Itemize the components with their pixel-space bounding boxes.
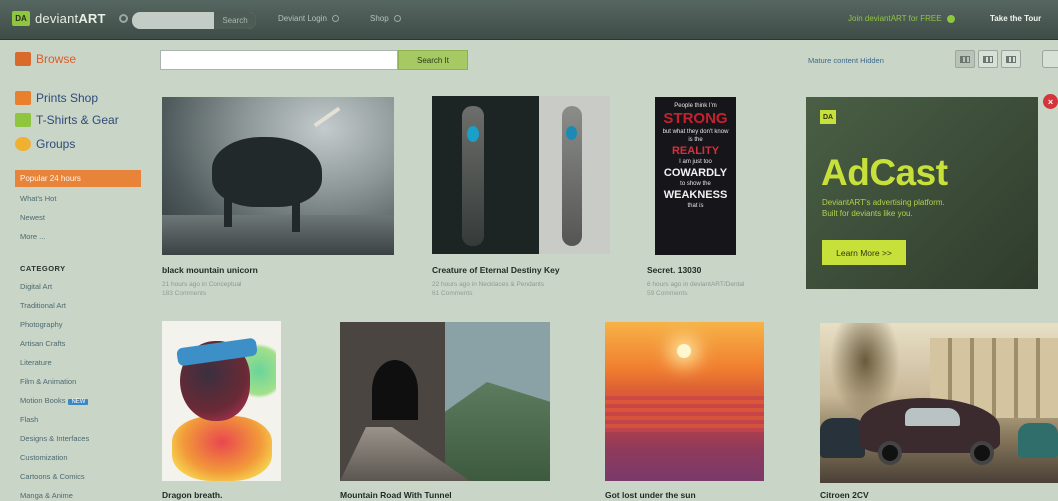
join-icon <box>946 14 955 23</box>
thumb-black-mountain-unicorn[interactable] <box>162 97 394 255</box>
deviation-title[interactable]: Secret. 13030 <box>647 265 701 275</box>
join-link[interactable]: Join deviantART for FREE <box>848 14 955 23</box>
view-mode-buttons <box>955 50 1021 68</box>
mature-content-link[interactable]: Mature content Hidden <box>808 56 884 65</box>
deviation-title[interactable]: black mountain unicorn <box>162 265 258 275</box>
shop-link[interactable]: Shop <box>370 14 401 23</box>
category-header: CATEGORY <box>20 264 66 273</box>
view-list-button[interactable] <box>1001 50 1021 68</box>
chevron-down-icon <box>393 15 401 22</box>
category-photography[interactable]: Photography <box>20 320 63 329</box>
deviation-meta: 21 hours ago in Conceptual 183 Comments <box>162 281 242 298</box>
category-motion-books[interactable]: Motion Books NEW <box>20 396 89 405</box>
deviation-meta: 22 hours ago in Necklaces & Pendants 61 … <box>432 281 545 298</box>
filter-more[interactable]: More ... <box>20 232 45 241</box>
thumb-got-lost-under-sun[interactable] <box>605 322 764 481</box>
deviation-title[interactable]: Mountain Road With Tunnel <box>340 490 452 500</box>
filter-newest[interactable]: Newest <box>20 213 45 222</box>
sidebar-item-groups[interactable]: Groups <box>15 137 75 151</box>
ad-subtitle: DeviantART's advertising platform. Built… <box>822 198 945 218</box>
deviation-title[interactable]: Creature of Eternal Destiny Key <box>432 265 560 275</box>
comments-link[interactable]: 61 Comments <box>432 289 544 298</box>
logo-text: deviantART <box>35 11 106 26</box>
groups-icon <box>15 137 31 151</box>
browse-search-input[interactable] <box>160 50 398 70</box>
category-artisan-crafts[interactable]: Artisan Crafts <box>20 339 65 348</box>
deviant-login-link[interactable]: Deviant Login <box>278 14 339 23</box>
deviation-title[interactable]: Got lost under the sun <box>605 490 696 500</box>
deviation-meta: 6 hours ago in deviantART/Dental 59 Comm… <box>647 281 745 298</box>
sidebar-item-tshirts-gear[interactable]: T-Shirts & Gear <box>15 113 119 127</box>
comments-link[interactable]: 59 Comments <box>647 289 744 298</box>
category-manga-anime[interactable]: Manga & Anime <box>20 491 73 500</box>
top-navigation-bar: DA deviantART Search Deviant Login Shop … <box>0 0 1058 40</box>
deviation-title[interactable]: Citroen 2CV <box>820 490 869 500</box>
category-film-animation[interactable]: Film & Animation <box>20 377 76 386</box>
prints-shop-icon <box>15 91 31 105</box>
thumb-creature-eternal-destiny-key[interactable] <box>432 96 610 254</box>
close-ad-icon[interactable]: × <box>1043 94 1058 109</box>
search-it-button[interactable]: Search It <box>398 50 468 70</box>
tshirt-icon <box>15 113 31 127</box>
chevron-down-icon <box>331 15 339 22</box>
filter-whats-hot[interactable]: What's Hot <box>20 194 56 203</box>
learn-more-button[interactable]: Learn More >> <box>822 240 906 265</box>
browse-label: Browse <box>36 52 77 66</box>
comments-link[interactable]: 183 Comments <box>162 289 242 298</box>
category-cartoons-comics[interactable]: Cartoons & Comics <box>20 472 85 481</box>
thumb-dragon-breath[interactable] <box>162 321 281 481</box>
view-small-grid-button[interactable] <box>955 50 975 68</box>
sidebar-item-prints-shop[interactable]: Prints Shop <box>15 91 98 105</box>
grid-small-icon <box>960 55 970 63</box>
adcast-advertisement: DA AdCast DeviantART's advertising platf… <box>806 97 1038 289</box>
settings-button[interactable] <box>1042 50 1058 68</box>
top-search-field[interactable]: Search <box>132 12 256 29</box>
new-badge: NEW <box>68 399 89 405</box>
list-icon <box>1006 55 1016 63</box>
thumb-secret-13030[interactable]: People think I'm STRONG but what they do… <box>655 97 736 255</box>
browse-icon <box>15 52 31 66</box>
thumb-mountain-road-tunnel[interactable] <box>340 322 550 481</box>
category-designs-interfaces[interactable]: Designs & Interfaces <box>20 434 89 443</box>
ad-logo-icon: DA <box>820 110 836 124</box>
filter-popular-24-hours[interactable]: Popular 24 hours <box>15 170 141 187</box>
deviation-title[interactable]: Dragon breath. <box>162 490 222 500</box>
grid-icon <box>983 55 993 63</box>
view-grid-button[interactable] <box>978 50 998 68</box>
deviantart-logo[interactable]: DA deviantART <box>12 11 128 26</box>
category-traditional-art[interactable]: Traditional Art <box>20 301 66 310</box>
ad-title: AdCast <box>821 152 948 193</box>
logo-menu-icon[interactable] <box>118 14 128 23</box>
thumb-citroen-2cv[interactable] <box>820 323 1058 483</box>
sidebar-browse[interactable]: Browse <box>15 52 76 66</box>
category-customization[interactable]: Customization <box>20 453 68 462</box>
da-badge-icon: DA <box>12 11 30 26</box>
category-digital-art[interactable]: Digital Art <box>20 282 52 291</box>
take-tour-link[interactable]: Take the Tour <box>990 14 1041 23</box>
category-flash[interactable]: Flash <box>20 415 38 424</box>
category-literature[interactable]: Literature <box>20 358 52 367</box>
top-search-button[interactable]: Search <box>214 12 256 29</box>
